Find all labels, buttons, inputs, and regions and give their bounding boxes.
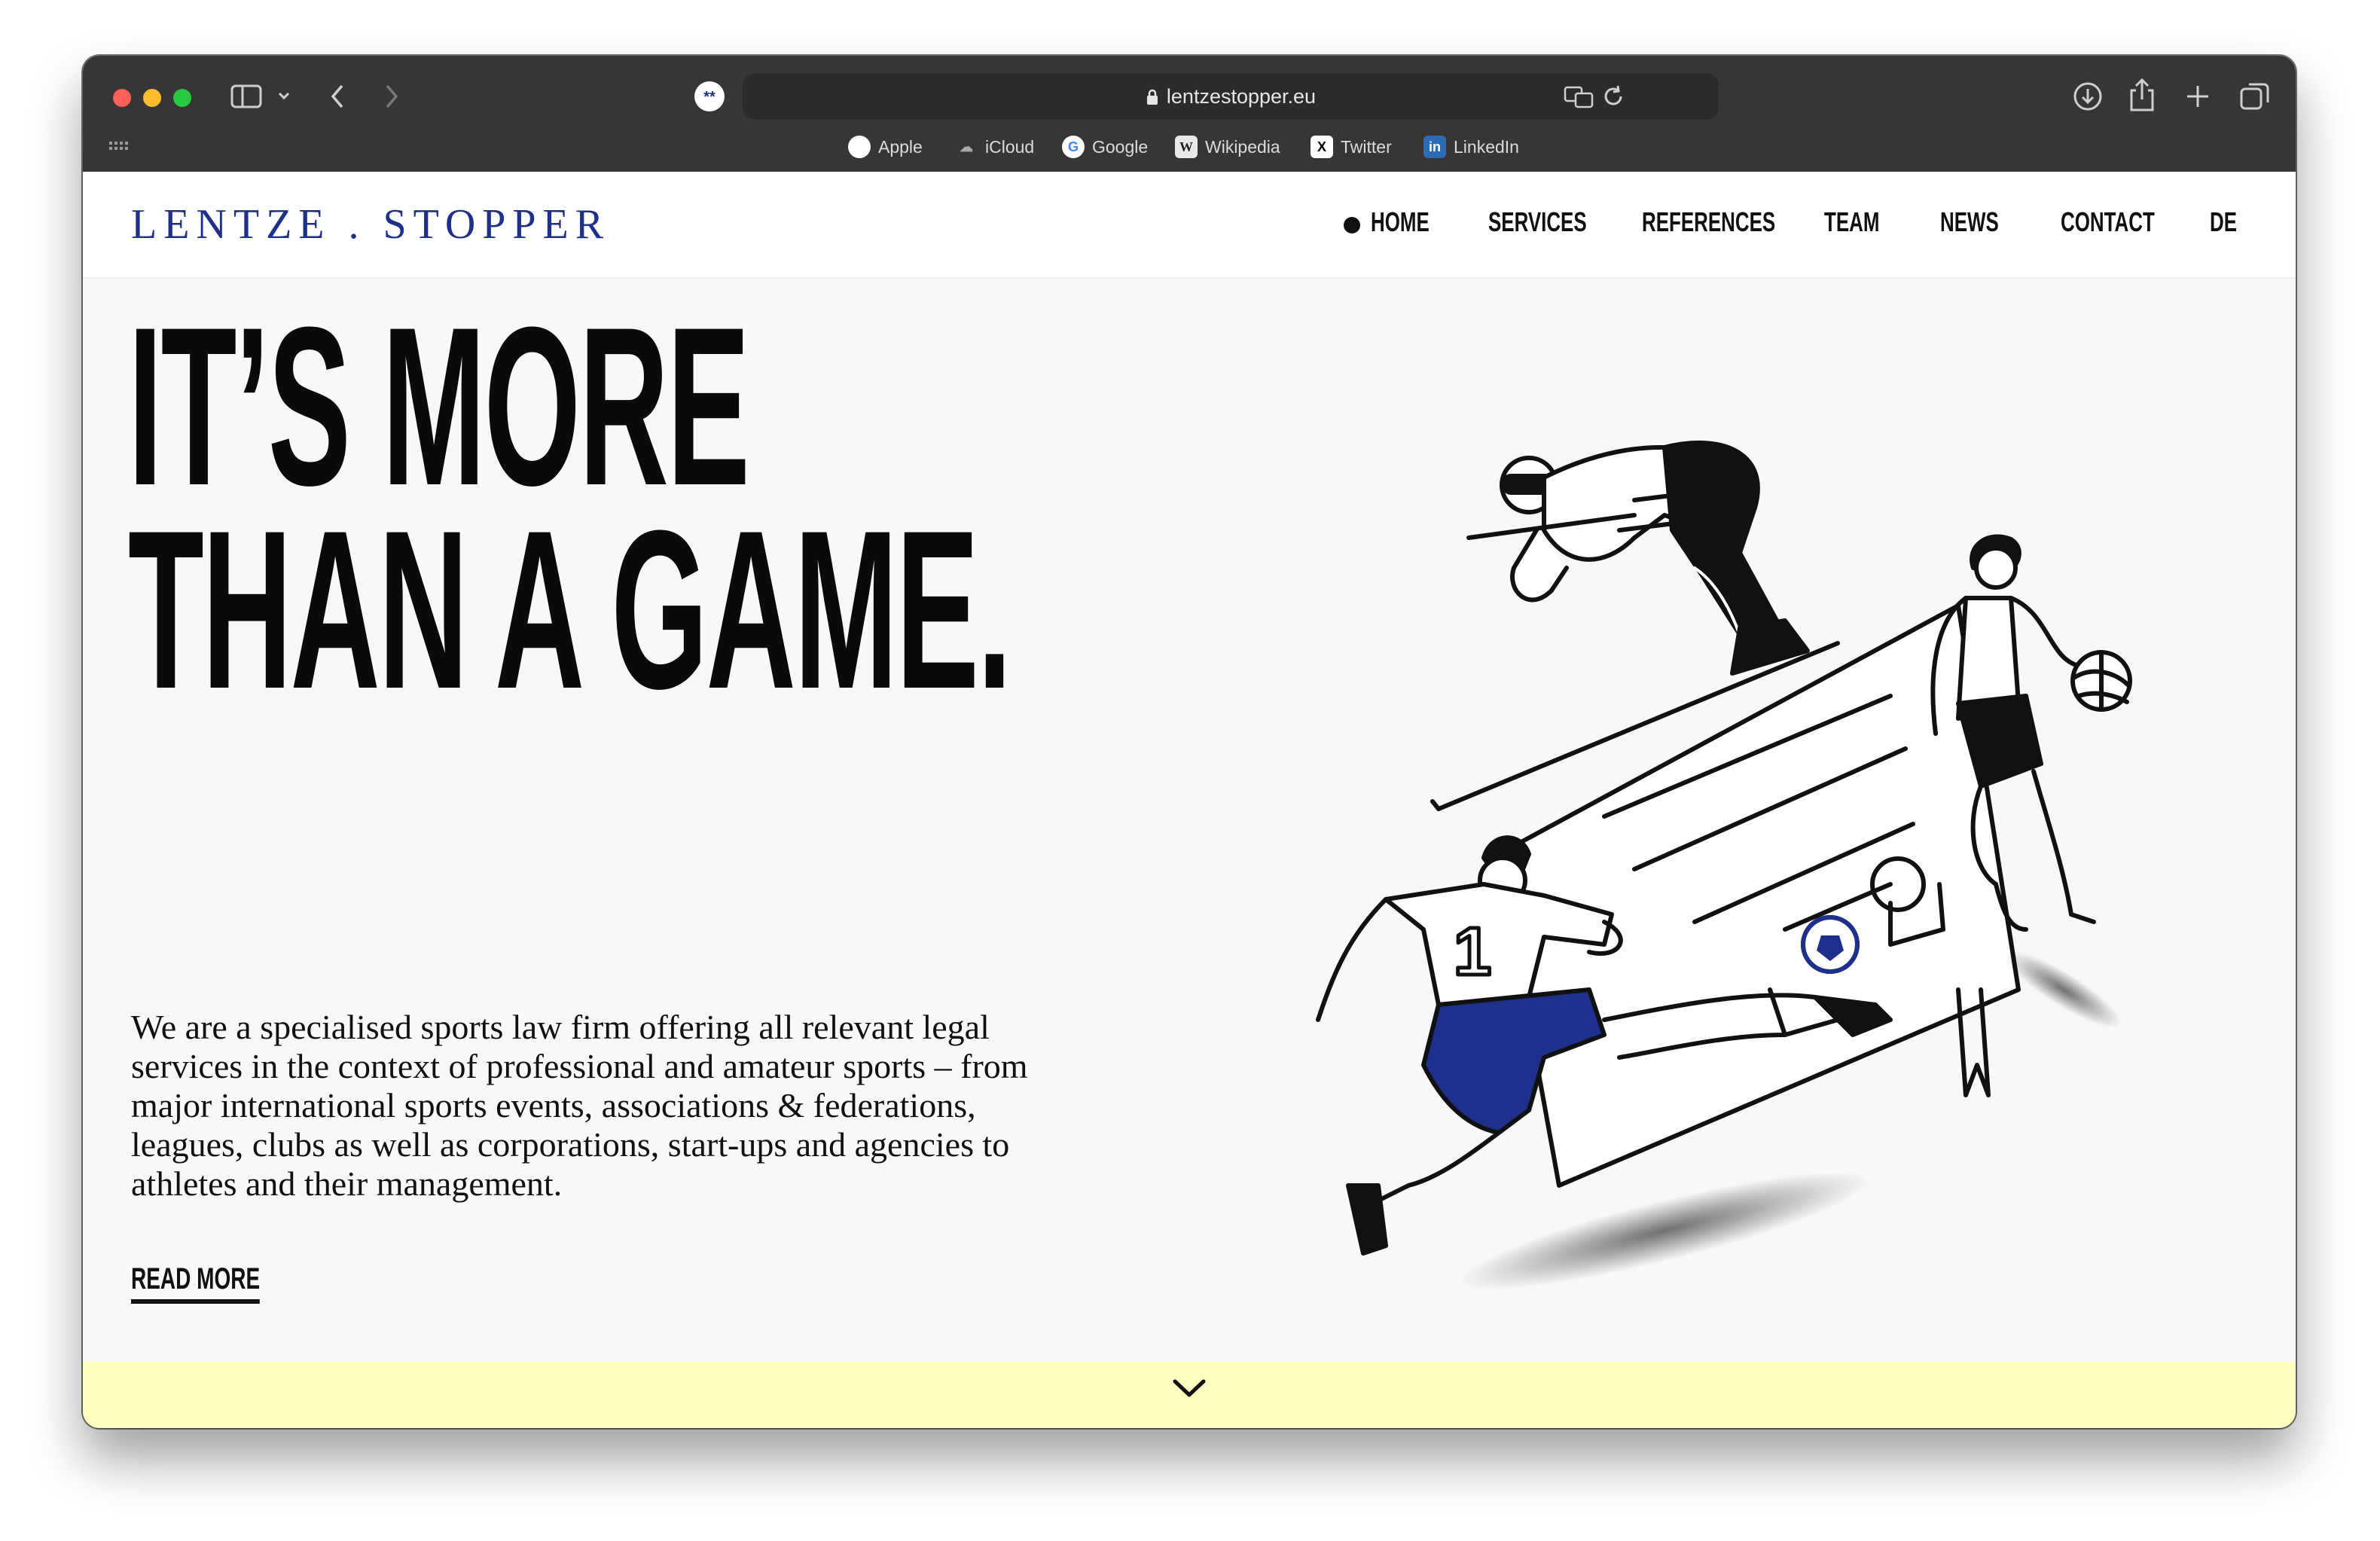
main-nav: HOME SERVICES REFERENCES TEAM NEWS CONTA… — [1344, 206, 2247, 244]
bookmark-linkedin[interactable]: in LinkedIn — [1423, 136, 1519, 158]
site-logo[interactable]: LENTZE . STOPPER — [131, 200, 610, 249]
bookmark-wikipedia[interactable]: W Wikipedia — [1175, 136, 1280, 158]
nav-news[interactable]: NEWS — [1940, 206, 1999, 238]
bookmark-apple[interactable]: Apple — [848, 136, 923, 158]
nav-contact[interactable]: CONTACT — [2061, 206, 2155, 238]
nav-language-de[interactable]: DE — [2210, 206, 2237, 238]
url-value: lentzestopper.eu — [1166, 85, 1317, 108]
download-icon[interactable] — [2071, 80, 2104, 113]
sign-board — [1497, 603, 2021, 1188]
bookmark-twitter[interactable]: X Twitter — [1311, 136, 1392, 158]
apple-icon — [848, 136, 871, 158]
active-indicator-icon — [1344, 217, 1360, 233]
svg-text:1: 1 — [1454, 914, 1491, 990]
chevron-down-icon[interactable] — [277, 90, 291, 101]
minimize-window-button[interactable] — [143, 89, 161, 107]
chevron-down-icon[interactable] — [1170, 1375, 1208, 1401]
svg-text:**: ** — [703, 89, 716, 105]
browser-window: ** lentzestopper.eu Apple ☁ iCloud G Goo… — [83, 56, 2296, 1428]
site-header: LENTZE . STOPPER HOME SERVICES REFERENCE… — [83, 172, 2296, 279]
bookmark-label: Twitter — [1341, 136, 1392, 157]
linkedin-icon: in — [1423, 136, 1446, 158]
google-icon: G — [1062, 136, 1085, 158]
forward-arrow-icon[interactable] — [383, 83, 401, 110]
new-tab-icon[interactable] — [2184, 83, 2211, 110]
hero-title-line-1: IT’S MORE — [128, 279, 750, 532]
close-window-button[interactable] — [113, 89, 131, 107]
wikipedia-icon: W — [1175, 136, 1198, 158]
bookmark-label: Apple — [878, 136, 923, 157]
translate-icon[interactable] — [1564, 84, 1594, 108]
bookmark-label: iCloud — [985, 136, 1035, 157]
hero-title: IT’S MORE THAN A GAME. — [128, 279, 1012, 736]
nav-team[interactable]: TEAM — [1824, 206, 1879, 238]
hero-title-line-2: THAN A GAME. — [128, 483, 1012, 736]
bookmark-label: LinkedIn — [1454, 136, 1519, 157]
read-more-link[interactable]: READ MORE — [131, 1262, 261, 1304]
icloud-icon: ☁ — [960, 139, 973, 154]
nav-services[interactable]: SERVICES — [1488, 206, 1587, 238]
nav-home[interactable]: HOME — [1371, 206, 1430, 238]
tab-overview-icon[interactable] — [2238, 80, 2272, 113]
share-icon[interactable] — [2127, 77, 2157, 113]
reload-icon[interactable] — [1601, 84, 1625, 108]
address-bar[interactable]: lentzestopper.eu — [743, 74, 1719, 119]
browser-toolbar: ** lentzestopper.eu Apple ☁ iCloud G Goo… — [83, 56, 2296, 172]
hero-description: We are a specialised sports law firm off… — [131, 1008, 1028, 1203]
bookmark-label: Wikipedia — [1205, 136, 1280, 157]
scroll-band — [83, 1362, 2296, 1428]
sidebar-toggle-icon[interactable] — [230, 84, 262, 108]
sports-illustration: 1 — [1316, 440, 2132, 1290]
back-arrow-icon[interactable] — [328, 83, 346, 110]
site-favicon-icon: ** — [694, 81, 725, 111]
zoom-window-button[interactable] — [173, 89, 191, 107]
bookmark-icloud[interactable]: ☁ iCloud — [955, 136, 1034, 158]
bookmark-google[interactable]: G Google — [1062, 136, 1148, 158]
nav-references[interactable]: REFERENCES — [1642, 206, 1775, 238]
bookmarks-bar: Apple ☁ iCloud G Google W Wikipedia X Tw… — [83, 131, 2296, 169]
lock-icon — [1146, 89, 1158, 105]
bookmark-label: Google — [1092, 136, 1149, 157]
twitter-icon: X — [1311, 136, 1333, 158]
